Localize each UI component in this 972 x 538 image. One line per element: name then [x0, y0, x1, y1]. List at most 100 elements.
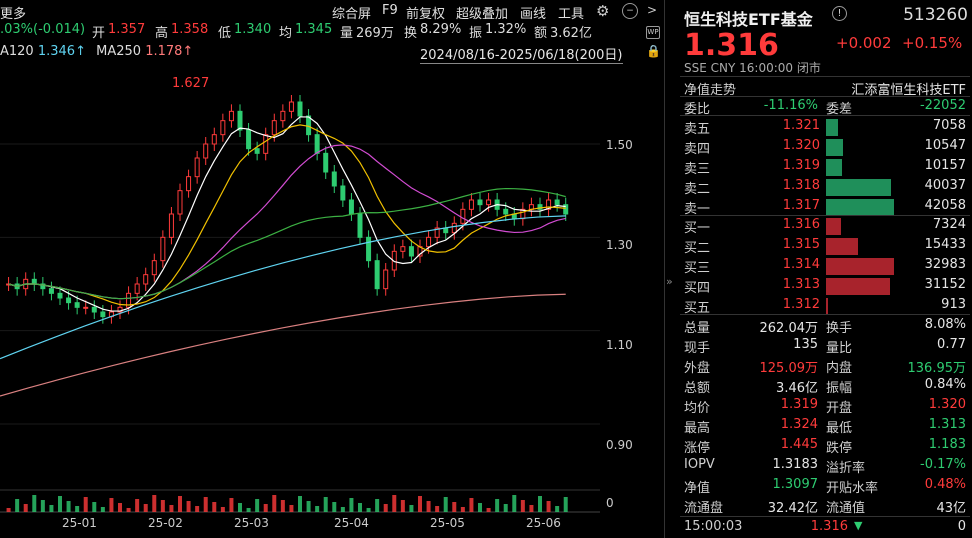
stat-label: 跌停	[826, 441, 853, 456]
ask-row[interactable]: 卖五 1.321 7058	[684, 118, 966, 138]
more-arrow-icon[interactable]: >	[644, 3, 660, 19]
stat-value: 0.84%	[924, 377, 966, 392]
volume-bar	[126, 508, 131, 512]
menu-composite[interactable]: 综合屏	[332, 3, 371, 22]
volume-bar	[135, 499, 140, 512]
candle-body	[468, 199, 474, 210]
volume-bar	[520, 500, 525, 512]
volume-bar	[229, 498, 234, 512]
tick-time: 15:00:03	[684, 519, 743, 534]
wp-icon[interactable]: WP	[646, 26, 660, 39]
bid-depth-bar	[826, 238, 858, 255]
lock-icon[interactable]: 🔒	[646, 44, 661, 58]
candle-body	[237, 110, 243, 131]
bid-price: 1.313	[782, 277, 820, 292]
volume-bar	[546, 501, 551, 512]
stat-value: 0.77	[937, 337, 966, 352]
ask-volume: 7058	[932, 118, 966, 133]
stat-label: 最高	[684, 421, 711, 436]
candle-body	[306, 115, 312, 136]
stat-value: 1.3097	[772, 477, 819, 492]
change-text: .03%(-0.014)	[0, 22, 86, 37]
candle-body	[254, 148, 260, 154]
kline-chart-area[interactable]: 更多 .03%(-0.014) 开 1.357 高 1.358 低 1.340 …	[0, 0, 664, 538]
candle-body	[271, 120, 277, 136]
bid-row[interactable]: 买一 1.316 7324	[684, 217, 966, 237]
candle-body	[280, 110, 286, 122]
kline-chart[interactable]	[0, 0, 664, 538]
high-label: 高	[155, 26, 169, 41]
low-value: 1.340	[234, 22, 272, 37]
volume-bar	[15, 499, 20, 512]
vol-value: 269万	[356, 26, 394, 41]
price-change-pct: +0.15%	[902, 34, 963, 52]
volume-bar	[478, 503, 482, 512]
volume-bar	[400, 500, 405, 512]
menu-draw-line[interactable]: 画线	[520, 3, 546, 22]
menu-forward-adjust[interactable]: 前复权	[406, 3, 445, 22]
candle-body	[331, 171, 337, 187]
bid-row[interactable]: 买二 1.315 15433	[684, 237, 966, 257]
ask-row[interactable]: 卖二 1.318 40037	[684, 178, 966, 198]
volume-bar	[109, 498, 114, 512]
volume-bar	[6, 508, 11, 512]
y-tick: 1.30	[606, 238, 633, 252]
bid-row[interactable]: 买四 1.313 31152	[684, 277, 966, 297]
amp-label: 振	[469, 26, 483, 41]
stat-value: 136.95万	[907, 361, 967, 376]
candle-body	[160, 236, 166, 262]
volume-bar	[495, 499, 500, 512]
candle-body	[426, 236, 432, 248]
stat-value: 3.46亿	[776, 381, 818, 396]
volume-bar	[40, 500, 45, 512]
stat-value: 262.04万	[759, 321, 819, 336]
candle-body	[383, 269, 389, 290]
bid-volume: 31152	[924, 277, 966, 292]
open-label: 开	[92, 26, 106, 41]
ask-price: 1.317	[782, 198, 820, 213]
volume-bar	[349, 498, 354, 512]
info-icon[interactable]: !	[832, 6, 847, 21]
volume-tick: 0	[606, 496, 614, 510]
candle-body	[48, 288, 54, 294]
ask-row[interactable]: 卖三 1.319 10157	[684, 158, 966, 178]
ma250-label: MA250	[96, 44, 142, 59]
candle-body	[348, 199, 354, 215]
ask-row[interactable]: 卖四 1.320 10547	[684, 138, 966, 158]
volume-bar	[143, 504, 148, 512]
candle-body	[211, 134, 217, 145]
minus-icon[interactable]: −	[622, 3, 638, 19]
date-range[interactable]: 2024/08/16-2025/06/18(200日)	[420, 44, 623, 64]
bid-volume: 7324	[932, 217, 966, 232]
stat-label: 总量	[684, 321, 711, 336]
bid-volume: 32983	[924, 257, 966, 272]
bid-depth-bar	[826, 298, 828, 315]
panel-divider	[664, 0, 665, 538]
menu-tools[interactable]: 工具	[558, 3, 584, 22]
menu-super-overlay[interactable]: 超级叠加	[456, 3, 508, 22]
avg-label: 均	[279, 26, 293, 41]
ask-depth-bar	[826, 139, 843, 156]
bid-row[interactable]: 买三 1.314 32983	[684, 257, 966, 277]
stat-label: 总额	[684, 381, 711, 396]
volume-bar	[375, 499, 380, 512]
candle-body	[314, 134, 320, 154]
volume-bar	[160, 500, 165, 512]
menu-f9[interactable]: F9	[382, 3, 398, 18]
y-tick: 1.50	[606, 138, 633, 152]
stats-row: 现手 135 量比 0.77	[684, 337, 966, 357]
gear-icon[interactable]: ⚙	[596, 2, 609, 20]
bid-level-label: 买四	[684, 281, 711, 296]
divider	[680, 516, 970, 517]
ma-row: A120 1.346↑ MA250 1.178↑	[0, 44, 193, 59]
candle-body	[263, 134, 269, 154]
more-link[interactable]: 更多	[0, 3, 26, 22]
volume-bar	[203, 497, 208, 512]
volume-bar	[298, 496, 302, 512]
y-tick: 1.10	[606, 338, 633, 352]
stat-label: IOPV	[684, 457, 715, 472]
down-arrow-icon: ▼	[854, 519, 863, 532]
bid-level-label: 买三	[684, 261, 711, 276]
stat-label: 现手	[684, 341, 711, 356]
candle-body	[366, 236, 372, 262]
